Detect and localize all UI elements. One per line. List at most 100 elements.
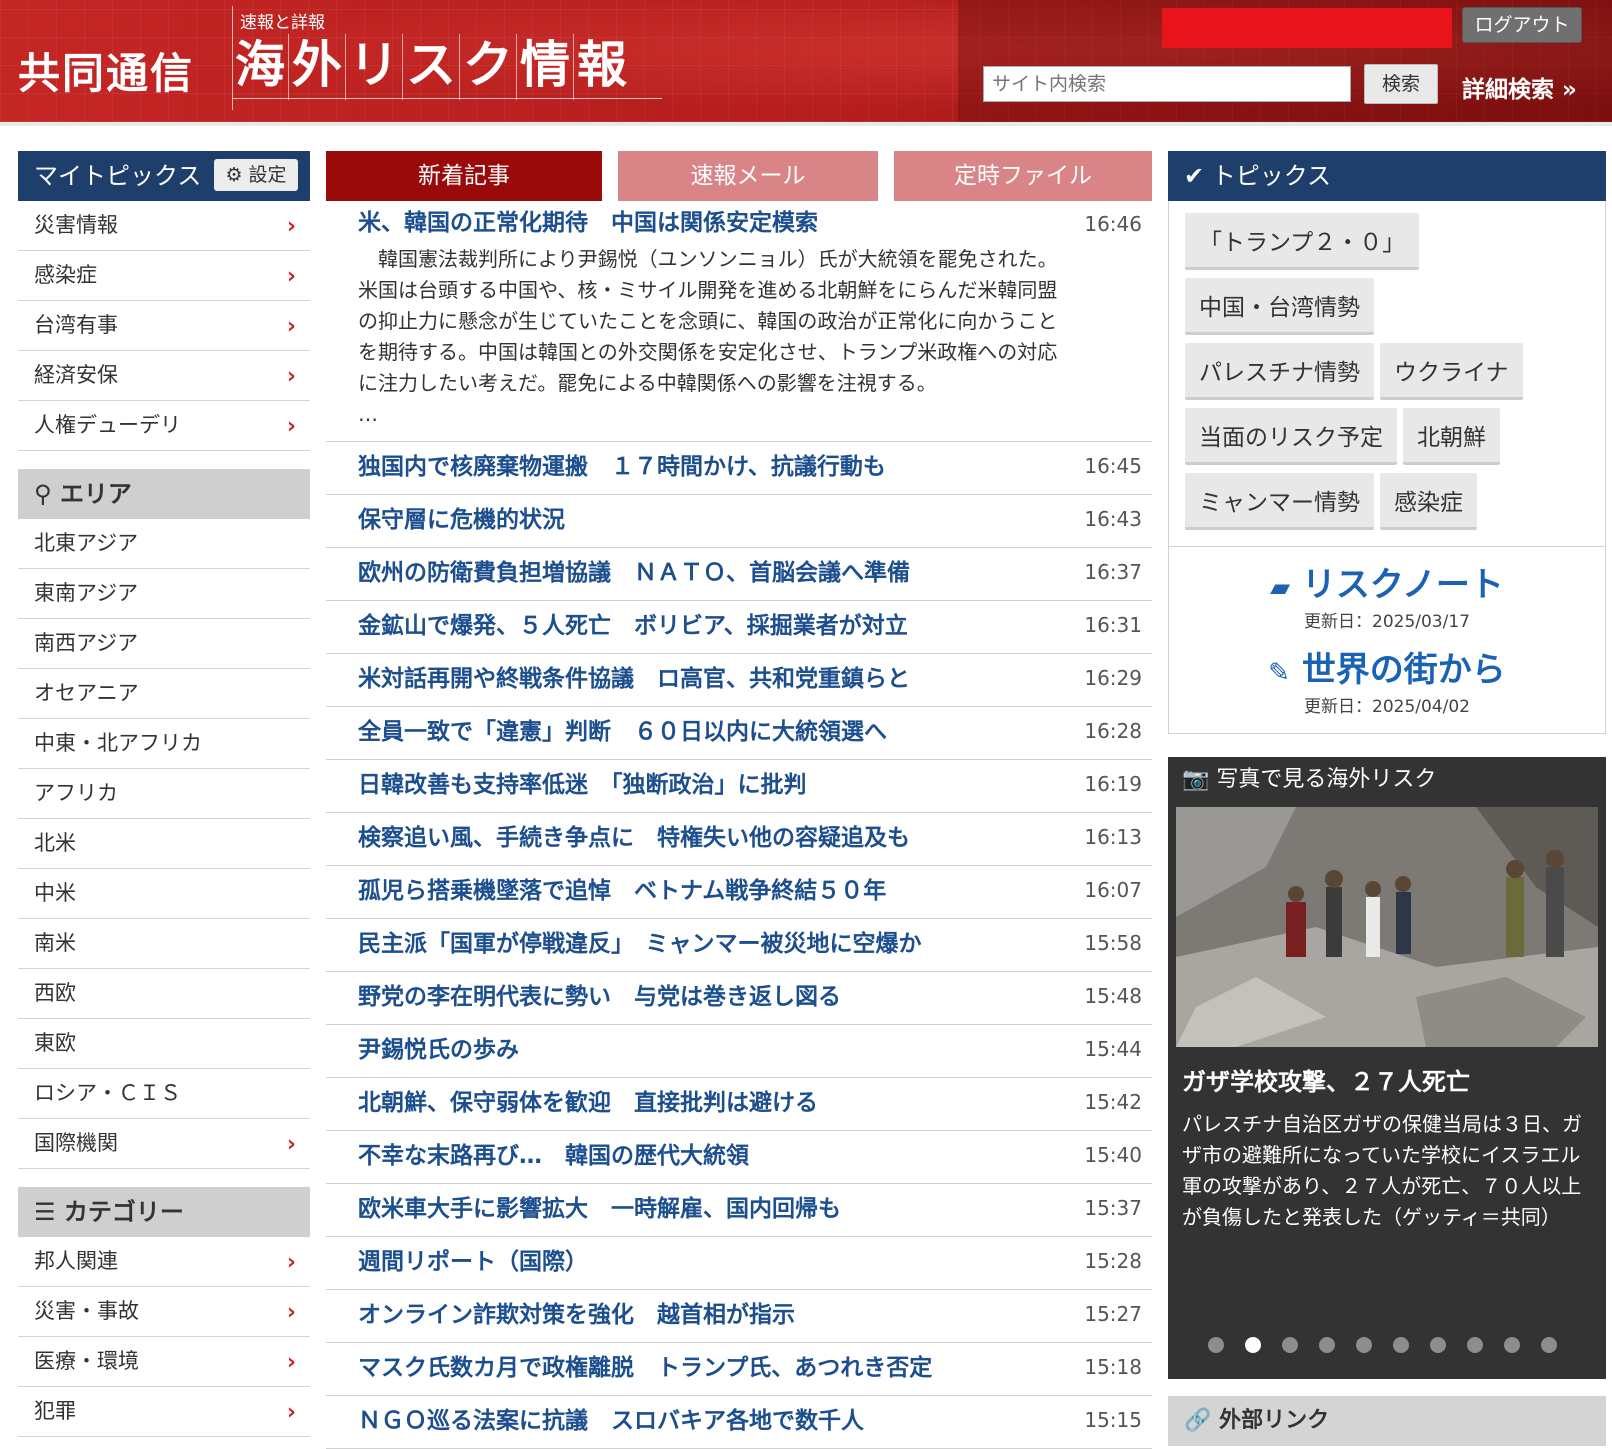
search-button[interactable]: 検索 — [1364, 64, 1438, 104]
area-item[interactable]: 南西アジア — [18, 619, 310, 669]
world-city-date: 更新日：2025/04/02 — [1304, 697, 1470, 717]
risk-note-date: 更新日：2025/03/17 — [1304, 612, 1470, 632]
tab-breaking-mail[interactable]: 速報メール — [618, 151, 878, 201]
nav-item-label: 経済安保 — [34, 363, 118, 387]
area-item[interactable]: 中米 — [18, 869, 310, 919]
carousel-dot[interactable] — [1356, 1337, 1372, 1353]
world-city-link[interactable]: ✎ 世界の街から — [1169, 648, 1605, 695]
news-title-link[interactable]: 尹錫悦氏の歩み — [358, 1033, 519, 1067]
area-item[interactable]: 南米 — [18, 919, 310, 969]
my-topic-item[interactable]: 台湾有事 › — [18, 301, 310, 351]
tab-new-articles[interactable]: 新着記事 — [326, 151, 602, 201]
news-time: 16:45 — [1084, 454, 1142, 478]
topic-chip[interactable]: ウクライナ — [1380, 343, 1523, 400]
news-title-link[interactable]: 保守層に危機的状況 — [358, 503, 565, 537]
area-header: ⚲ エリア — [18, 469, 310, 519]
area-item[interactable]: 北米 — [18, 819, 310, 869]
brand-logo[interactable]: 共同通信 — [18, 40, 194, 101]
my-topic-item[interactable]: 人権デューデリ › — [18, 401, 310, 451]
site-title-char: 海 — [232, 34, 289, 100]
my-topic-item[interactable]: 経済安保 › — [18, 351, 310, 401]
news-title-link[interactable]: 独国内で核廃棄物運搬 １７時間かけ、抗議行動も — [358, 450, 886, 484]
topics-title: トピックス — [1211, 162, 1332, 190]
topic-chip[interactable]: 「トランプ２・０」 — [1185, 213, 1420, 270]
news-photo[interactable] — [1176, 807, 1598, 1047]
news-title-link[interactable]: 検察追い風、手続き争点に 特権失い他の容疑追及も — [358, 821, 910, 855]
my-topics-title: マイトピックス — [34, 162, 202, 190]
area-item[interactable]: アフリカ — [18, 769, 310, 819]
tab-scheduled-file[interactable]: 定時ファイル — [894, 151, 1152, 201]
nav-item-label: 感染症 — [34, 263, 97, 287]
nav-item-label: 国際機関 — [34, 1131, 118, 1155]
news-title-link[interactable]: 全員一致で「違憲」判断 ６０日以内に大統領選へ — [358, 715, 887, 749]
news-title-link[interactable]: 野党の李在明代表に勢い 与党は巻き返し図る — [358, 980, 841, 1014]
news-row: 週間リポート（国際） 15:28 — [326, 1237, 1152, 1290]
carousel-dot[interactable] — [1541, 1337, 1557, 1353]
nav-item-label: 東欧 — [34, 1031, 76, 1055]
news-time: 15:15 — [1084, 1408, 1142, 1432]
carousel-dot-active[interactable] — [1245, 1337, 1261, 1353]
carousel-dot[interactable] — [1467, 1337, 1483, 1353]
news-title-link[interactable]: 欧州の防衛費負担増協議 ＮＡＴＯ、首脳会議へ準備 — [358, 556, 910, 590]
carousel-dots — [1208, 1337, 1578, 1357]
topic-chip[interactable]: 感染症 — [1380, 473, 1477, 530]
nav-item-label: 東南アジア — [34, 581, 139, 605]
site-title[interactable]: 海 外 リ ス ク 情 報 — [232, 34, 630, 100]
area-item[interactable]: ロシア・ＣＩＳ — [18, 1069, 310, 1119]
news-title-link[interactable]: 米対話再開や終戦条件協議 ロ高官、共和党重鎮らと — [358, 662, 910, 696]
category-item[interactable]: 災害・事故 › — [18, 1287, 310, 1337]
risk-note-link[interactable]: ▰ リスクノート — [1169, 563, 1605, 610]
news-title-link[interactable]: オンライン詐欺対策を強化 越首相が指示 — [358, 1298, 795, 1332]
site-search-input[interactable] — [983, 66, 1351, 102]
advanced-search-link[interactable]: 詳細検索 » — [1462, 70, 1577, 104]
photo-carousel-title: 写真で見る海外リスク — [1216, 767, 1437, 792]
area-item[interactable]: 北東アジア — [18, 519, 310, 569]
area-item[interactable]: 国際機関 › — [18, 1119, 310, 1169]
topic-chip[interactable]: 北朝鮮 — [1403, 408, 1500, 465]
carousel-dot[interactable] — [1319, 1337, 1335, 1353]
news-title-link[interactable]: 民主派「国軍が停戦違反」 ミャンマー被災地に空爆か — [358, 927, 922, 961]
news-title-link[interactable]: 週間リポート（国際） — [358, 1245, 588, 1279]
topics-box: 「トランプ２・０」 中国・台湾情勢 パレスチナ情勢 ウクライナ 当面のリスク予定北… — [1168, 201, 1606, 734]
carousel-dot[interactable] — [1504, 1337, 1520, 1353]
carousel-dot[interactable] — [1430, 1337, 1446, 1353]
photo-caption-title[interactable]: ガザ学校攻撃、２７人死亡 — [1182, 1062, 1470, 1097]
external-links-header[interactable]: 🔗 外部リンク — [1168, 1396, 1606, 1446]
news-title-link[interactable]: マスク氏数カ月で政権離脱 トランプ氏、あつれき否定 — [358, 1351, 932, 1385]
news-title-link[interactable]: ＮＧＯ巡る法案に抗議 スロバキア各地で数千人 — [358, 1404, 864, 1438]
news-time: 15:28 — [1084, 1249, 1142, 1273]
news-time: 15:58 — [1084, 931, 1142, 955]
nav-item-label: 北東アジア — [34, 531, 139, 555]
topic-chip[interactable]: 当面のリスク予定 — [1185, 408, 1397, 465]
category-item[interactable]: 邦人関連 › — [18, 1237, 310, 1287]
news-title-link[interactable]: 欧米車大手に影響拡大 一時解雇、国内回帰も — [358, 1192, 841, 1226]
check-circle-icon: ✔ — [1184, 162, 1205, 190]
news-title-link[interactable]: 孤児ら搭乗機墜落で追悼 ベトナム戦争終結５０年 — [358, 874, 886, 908]
feature-article: 米、韓国の正常化期待 中国は関係安定模索 16:46 韓国憲法裁判所により尹錫悦… — [326, 206, 1152, 430]
category-item[interactable]: 医療・環境 › — [18, 1337, 310, 1387]
category-item[interactable]: 犯罪 › — [18, 1387, 310, 1437]
feature-links: ▰ リスクノート 更新日：2025/03/17 ✎ 世界の街から 更新日：202… — [1169, 546, 1605, 733]
my-topic-item[interactable]: 感染症 › — [18, 251, 310, 301]
topic-chip[interactable]: パレスチナ情勢 — [1185, 343, 1374, 400]
carousel-dot[interactable] — [1282, 1337, 1298, 1353]
news-title-link[interactable]: 北朝鮮、保守弱体を歓迎 直接批判は避ける — [358, 1086, 818, 1120]
feature-article-title[interactable]: 米、韓国の正常化期待 中国は関係安定模索 — [326, 206, 1152, 240]
news-title-link[interactable]: 日韓改善も支持率低迷 「独断政治」に批判 — [358, 768, 807, 802]
carousel-dot[interactable] — [1208, 1337, 1224, 1353]
topic-chip[interactable]: 中国・台湾情勢 — [1185, 278, 1374, 335]
area-item[interactable]: 中東・北アフリカ — [18, 719, 310, 769]
area-item[interactable]: 西欧 — [18, 969, 310, 1019]
link-icon: 🔗 — [1184, 1408, 1212, 1433]
area-item[interactable]: 東欧 — [18, 1019, 310, 1069]
news-title-link[interactable]: 金鉱山で爆発、５人死亡 ボリビア、採掘業者が対立 — [358, 609, 908, 643]
area-item[interactable]: オセアニア — [18, 669, 310, 719]
carousel-dot[interactable] — [1393, 1337, 1409, 1353]
logout-button[interactable]: ログアウト — [1462, 7, 1582, 43]
news-title-link[interactable]: 不幸な末路再び… 韓国の歴代大統領 — [358, 1139, 749, 1173]
topic-chip[interactable]: ミャンマー情勢 — [1185, 473, 1374, 530]
area-item[interactable]: 東南アジア — [18, 569, 310, 619]
my-topics-settings-button[interactable]: ⚙ 設定 — [214, 159, 298, 191]
site-title-char: リ — [346, 34, 403, 100]
my-topic-item[interactable]: 災害情報 › — [18, 201, 310, 251]
